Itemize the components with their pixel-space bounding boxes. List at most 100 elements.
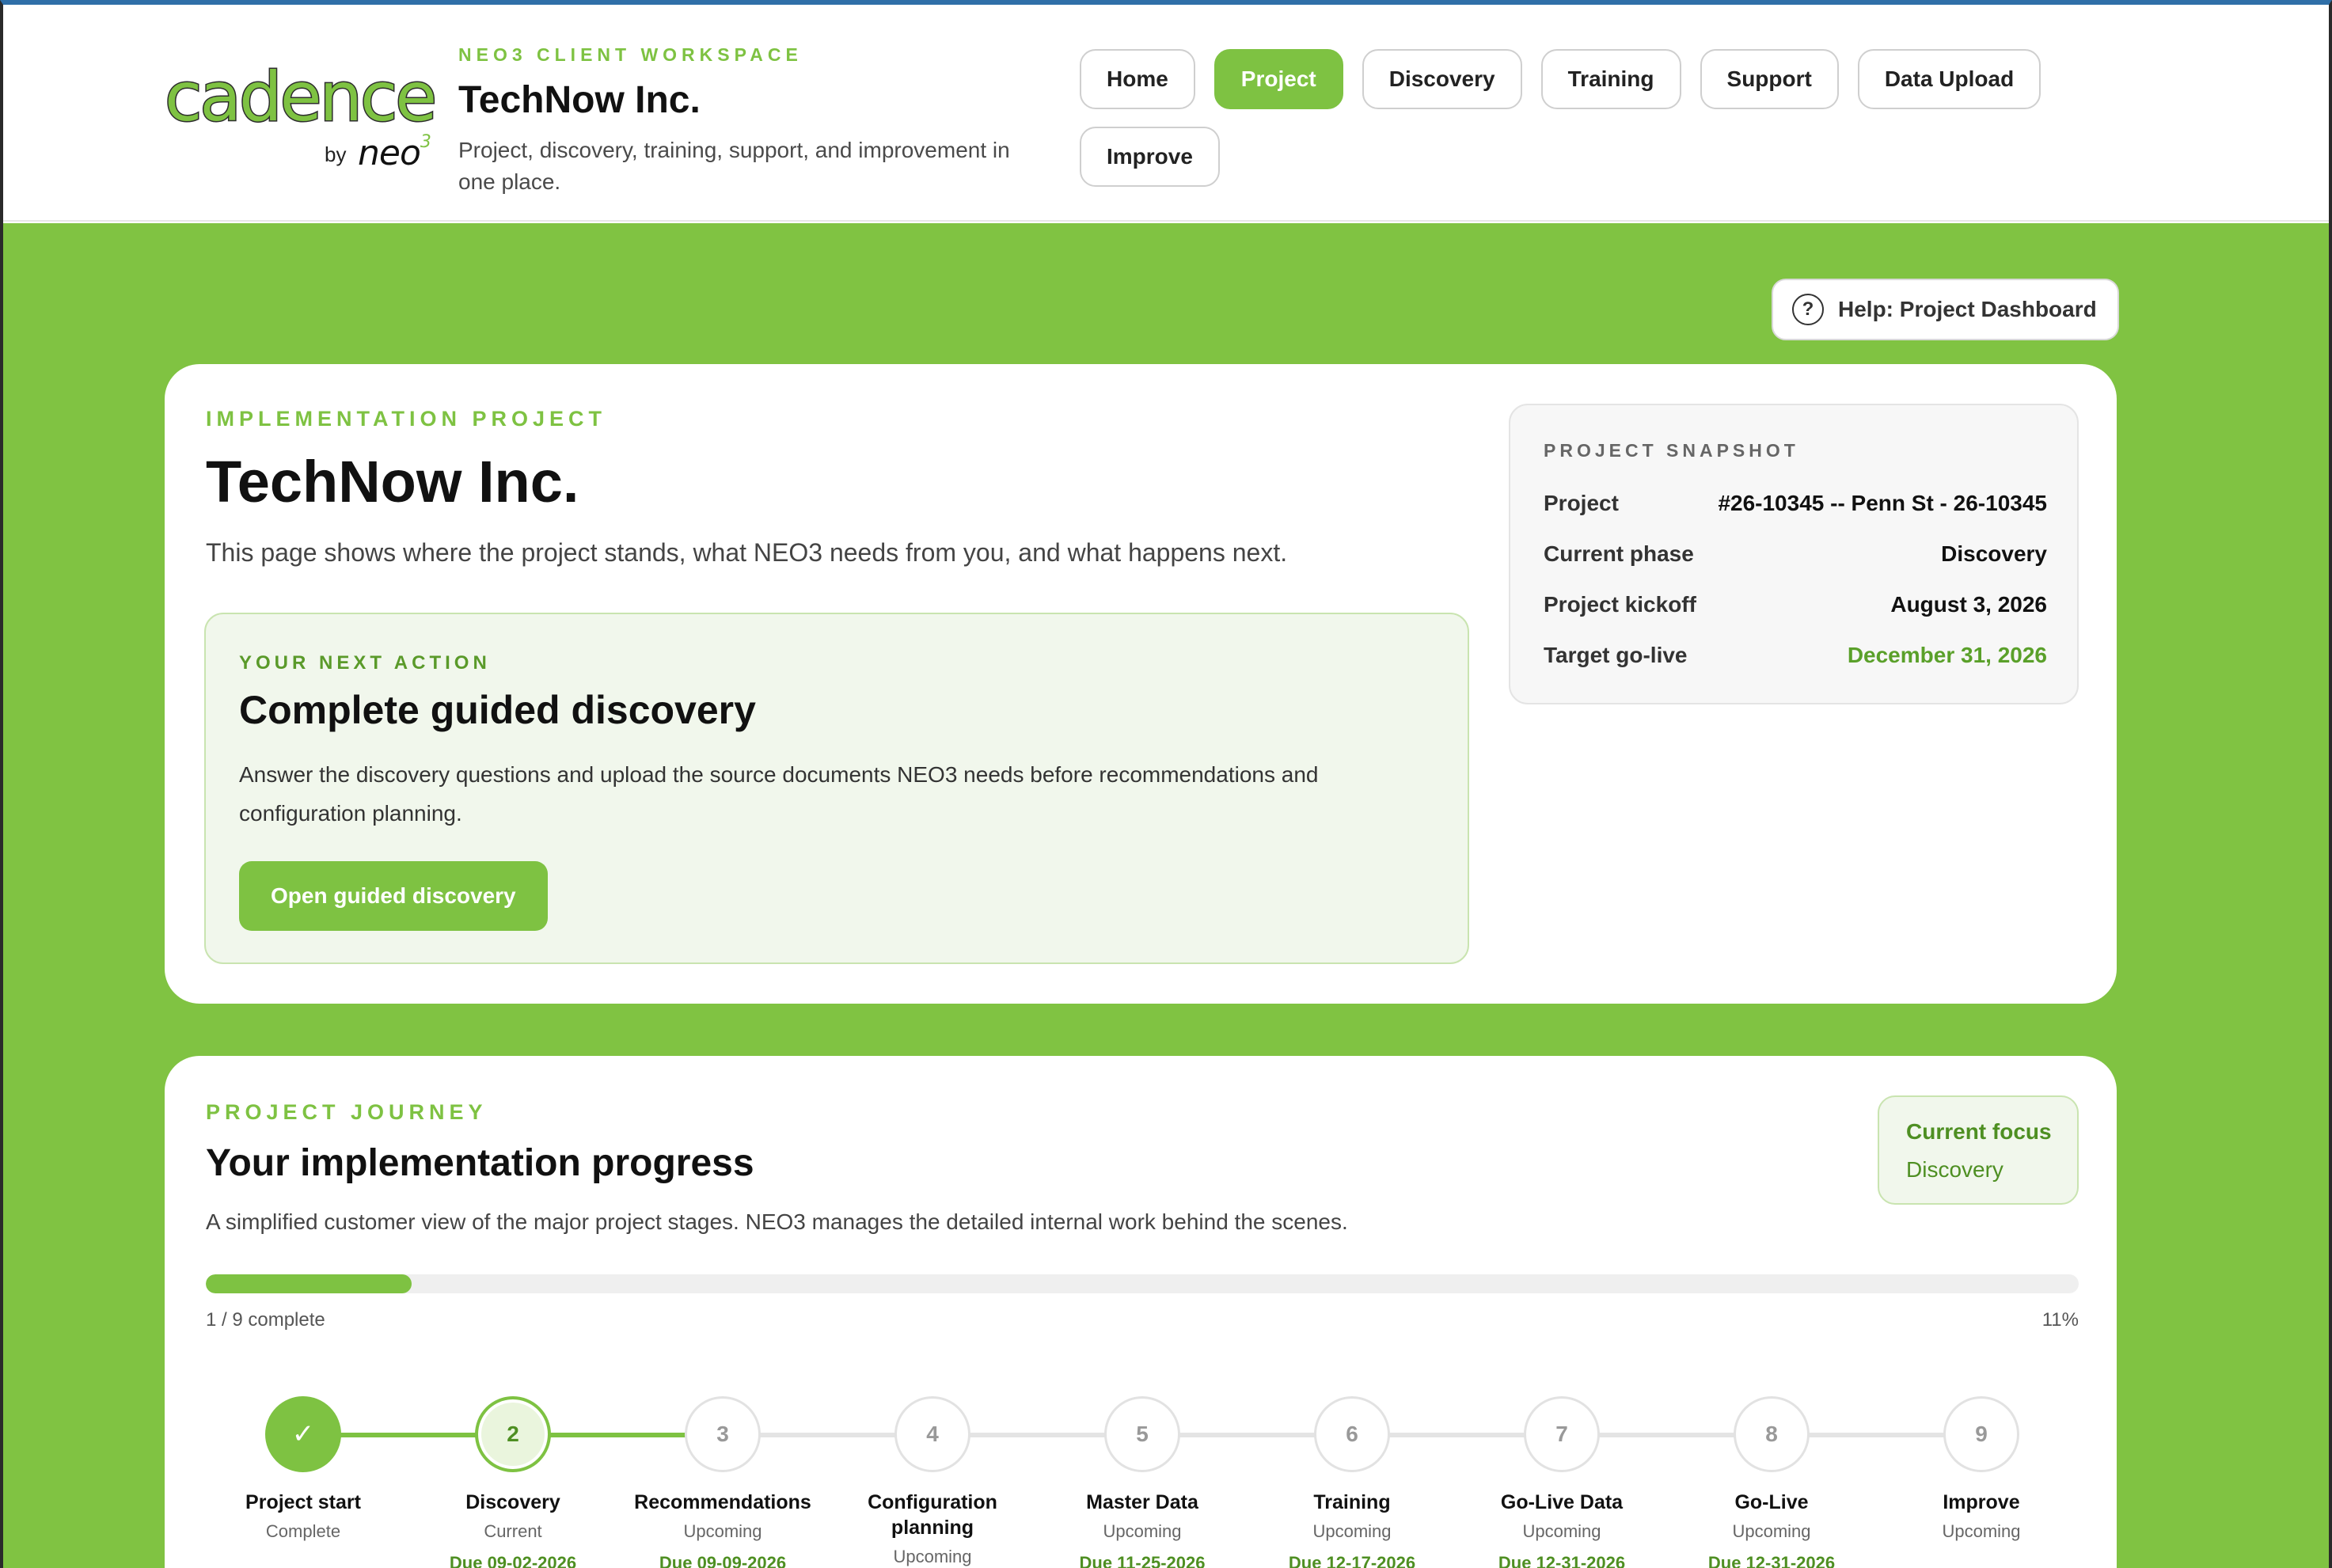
step-name: Master Data <box>1086 1491 1198 1513</box>
nav-training-button[interactable]: Training <box>1540 49 1681 109</box>
nav-improve-button[interactable]: Improve <box>1080 127 1220 187</box>
snapshot-row-phase: Current phase Discovery <box>1544 541 2047 567</box>
logo-neo-superscript: 3 <box>420 132 431 153</box>
step-due-date: Due 11-25-2026 <box>1079 1553 1206 1568</box>
step-name: Project start <box>245 1491 361 1513</box>
journey-step: 2 Discovery Current Due 09-02-2026 <box>410 1396 616 1568</box>
logo-neo-text: neo <box>358 133 421 173</box>
journey-eyebrow: PROJECT JOURNEY <box>206 1100 488 1124</box>
progress-bar <box>206 1274 2079 1293</box>
nav-support-button[interactable]: Support <box>1700 49 1839 109</box>
next-action-description: Answer the discovery questions and uploa… <box>239 762 1319 826</box>
open-guided-discovery-button[interactable]: Open guided discovery <box>239 861 548 931</box>
help-button[interactable]: ? Help: Project Dashboard <box>1772 279 2119 340</box>
step-due-date: Due 09-02-2026 <box>449 1553 577 1568</box>
workspace-eyebrow: NEO3 CLIENT WORKSPACE <box>458 44 803 65</box>
snapshot-row-project: Project #26-10345 -- Penn St - 26-10345 <box>1544 491 2047 516</box>
nav-discovery-button[interactable]: Discovery <box>1362 49 1522 109</box>
step-due-date: Due 12-17-2026 <box>1288 1553 1416 1568</box>
step-status: Complete <box>265 1521 341 1541</box>
next-action-title: Complete guided discovery <box>239 688 756 732</box>
snapshot-value: #26-10345 -- Penn St - 26-10345 <box>1718 491 2047 515</box>
step-name: Go-Live Data <box>1500 1491 1624 1513</box>
progress-percent: 11% <box>2041 1309 2079 1331</box>
step-number: 4 <box>894 1396 970 1472</box>
step-name: Training <box>1313 1491 1391 1513</box>
project-journey-card: PROJECT JOURNEY Your implementation prog… <box>165 1056 2117 1568</box>
step-number: 2 <box>475 1396 551 1472</box>
help-button-label: Help: Project Dashboard <box>1838 297 2097 321</box>
snapshot-eyebrow: PROJECT SNAPSHOT <box>1544 440 1799 461</box>
step-status: Current <box>484 1521 542 1541</box>
client-name: TechNow Inc. <box>458 79 701 121</box>
page-title: TechNow Inc. <box>206 449 579 514</box>
step-due-date: Due 12-31-2026 <box>1707 1553 1836 1568</box>
journey-step: 6 Training Upcoming Due 12-17-2026 <box>1249 1396 1455 1568</box>
step-number: 3 <box>685 1396 761 1472</box>
step-due-date: Due 12-31-2026 <box>1498 1553 1626 1568</box>
step-name: Recommendations <box>634 1491 811 1513</box>
step-status: Upcoming <box>1732 1521 1811 1541</box>
snapshot-value: August 3, 2026 <box>1890 592 2047 617</box>
journey-step: 4 Configuration planning Upcoming <box>830 1396 1035 1567</box>
current-focus-value: Discovery <box>1906 1157 2003 1182</box>
snapshot-row-kickoff: Project kickoff August 3, 2026 <box>1544 592 2047 617</box>
journey-step: 8 Go-Live Upcoming Due 12-31-2026 <box>1669 1396 1874 1568</box>
step-number: 9 <box>1943 1396 2019 1472</box>
step-status: Upcoming <box>683 1521 762 1541</box>
snapshot-label: Target go-live <box>1544 643 1688 667</box>
snapshot-label: Current phase <box>1544 541 1694 566</box>
snapshot-label: Project <box>1544 491 1619 515</box>
step-status: Upcoming <box>893 1547 972 1566</box>
step-status: Upcoming <box>1522 1521 1601 1541</box>
project-card: IMPLEMENTATION PROJECT TechNow Inc. This… <box>165 364 2117 1004</box>
nav-project-button[interactable]: Project <box>1213 49 1343 109</box>
next-action-eyebrow: YOUR NEXT ACTION <box>239 652 491 674</box>
step-number: 5 <box>1104 1396 1180 1472</box>
step-status: Upcoming <box>1942 1521 2021 1541</box>
step-status: Upcoming <box>1103 1521 1182 1541</box>
step-name: Go-Live <box>1734 1491 1809 1513</box>
next-action-panel: YOUR NEXT ACTION Complete guided discove… <box>204 613 1469 964</box>
step-name: Improve <box>1943 1491 2020 1513</box>
journey-title: Your implementation progress <box>206 1142 754 1184</box>
step-number: 8 <box>1734 1396 1810 1472</box>
cadence-logo[interactable]: cadence by neo3 <box>163 58 438 174</box>
snapshot-value: December 31, 2026 <box>1847 643 2047 667</box>
logo-wordmark: cadence <box>163 58 438 137</box>
journey-step: 7 Go-Live Data Upcoming Due 12-31-2026 <box>1459 1396 1665 1568</box>
site-header: cadence by neo3 NEO3 CLIENT WORKSPACE Te… <box>3 5 2329 222</box>
logo-neo-mark: neo3 <box>358 132 431 173</box>
question-circle-icon: ? <box>1792 294 1824 325</box>
project-snapshot: PROJECT SNAPSHOT Project #26-10345 -- Pe… <box>1509 404 2079 704</box>
step-check-icon: ✓ <box>265 1396 341 1472</box>
workspace-heading: NEO3 CLIENT WORKSPACE TechNow Inc. Proje… <box>458 44 1028 198</box>
journey-stepper: ✓ Project start Complete 2 Discovery Current D… <box>165 1365 2117 1568</box>
journey-description: A simplified customer view of the major … <box>206 1209 1348 1234</box>
snapshot-row-go-live: Target go-live December 31, 2026 <box>1544 643 2047 668</box>
nav-data-upload-button[interactable]: Data Upload <box>1857 49 2041 109</box>
snapshot-label: Project kickoff <box>1544 592 1696 617</box>
current-focus-badge: Current focus Discovery <box>1878 1095 2079 1205</box>
step-due-date: Due 09-09-2026 <box>659 1553 787 1568</box>
nav-home-button[interactable]: Home <box>1080 49 1195 109</box>
step-name: Configuration planning <box>868 1491 997 1539</box>
project-description: This page shows where the project stands… <box>206 538 1288 567</box>
step-status: Upcoming <box>1312 1521 1392 1541</box>
workspace-subtitle: Project, discovery, training, support, a… <box>458 138 1010 194</box>
main-content: ? Help: Project Dashboard IMPLEMENTATION… <box>3 223 2329 1568</box>
step-number: 7 <box>1524 1396 1600 1472</box>
logo-by-text: by <box>325 142 347 166</box>
journey-step: ✓ Project start Complete <box>200 1396 406 1542</box>
step-number: 6 <box>1314 1396 1390 1472</box>
progress-count: 1 / 9 complete <box>206 1309 325 1331</box>
main-nav: Home Project Discovery Training Support … <box>1080 49 2061 187</box>
journey-step: 5 Master Data Upcoming Due 11-25-2026 <box>1039 1396 1245 1568</box>
app-window: cadence by neo3 NEO3 CLIENT WORKSPACE Te… <box>0 0 2332 1568</box>
snapshot-value: Discovery <box>1941 541 2047 566</box>
progress-bar-fill <box>206 1274 412 1293</box>
journey-step: 3 Recommendations Upcoming Due 09-09-2026 <box>620 1396 826 1568</box>
journey-step: 9 Improve Upcoming <box>1878 1396 2084 1542</box>
step-name: Discovery <box>465 1491 560 1513</box>
project-eyebrow: IMPLEMENTATION PROJECT <box>206 407 607 431</box>
